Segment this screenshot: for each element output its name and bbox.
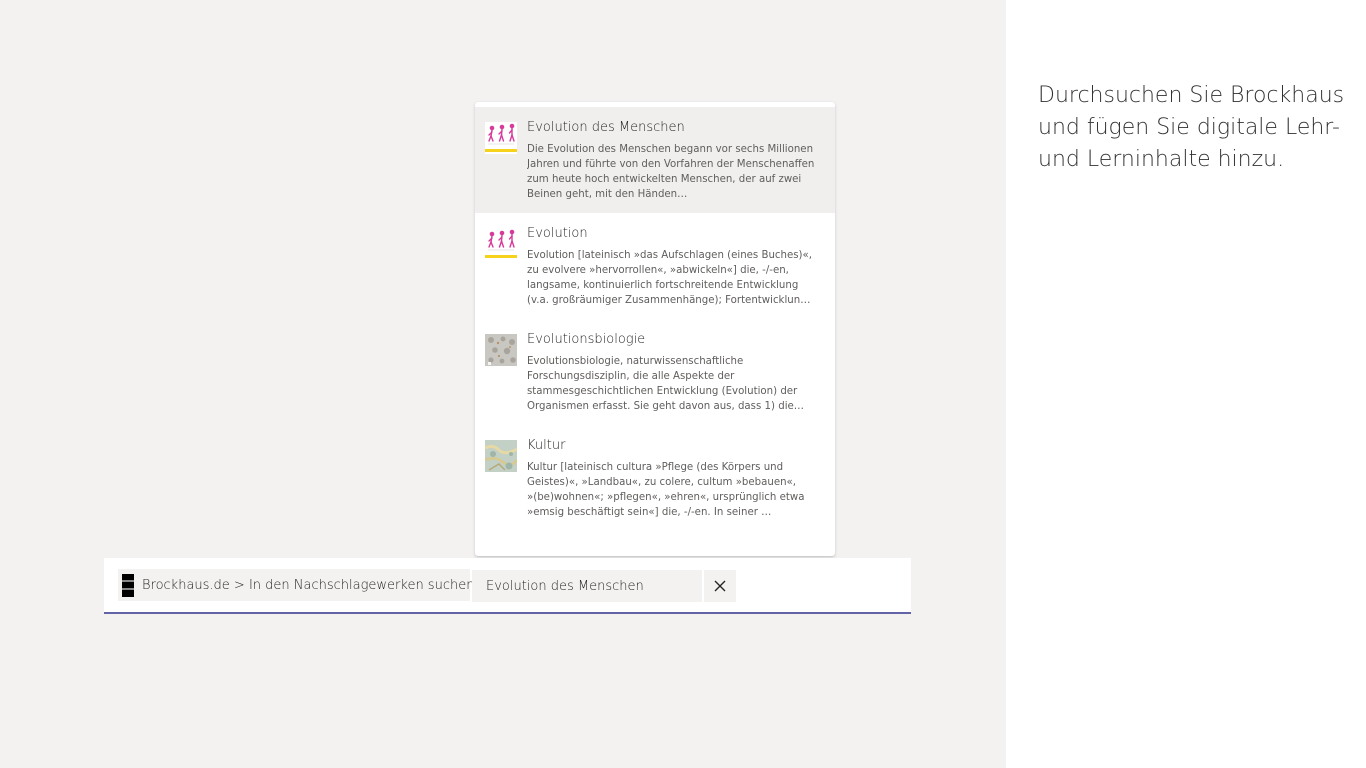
specimen-photo-thumbnail <box>485 334 517 366</box>
search-input[interactable] <box>472 570 702 602</box>
search-result-item[interactable]: Evolutionsbiologie Evolutionsbiologie, n… <box>475 319 835 425</box>
result-description: Kultur [lateinisch cultura »Pflege (des … <box>527 462 805 518</box>
search-result-item[interactable]: Kultur Kultur [lateinisch cultura »Pfleg… <box>475 425 835 531</box>
side-panel-intro: Durchsuchen Sie Brockhaus und fügen Sie … <box>1038 83 1345 172</box>
side-panel: Durchsuchen Sie Brockhaus und fügen Sie … <box>1006 0 1366 768</box>
result-title: Evolution des Menschen <box>527 120 685 135</box>
result-title: Evolutionsbiologie <box>527 332 646 347</box>
clear-search-button[interactable] <box>704 570 736 602</box>
result-description: Evolutionsbiologie, naturwissenschaftlic… <box>527 356 804 412</box>
search-result-item[interactable]: Evolution Evolution [lateinisch »das Auf… <box>475 213 835 319</box>
search-results-dropdown: Evolution des Menschen Die Evolution des… <box>475 102 835 556</box>
search-scope-chip[interactable]: Brockhaus.de > In den Nachschlagewerken … <box>118 569 479 601</box>
main-area: Evolution des Menschen Die Evolution des… <box>0 0 1006 768</box>
search-scope-label: Brockhaus.de > In den Nachschlagewerken … <box>142 577 479 593</box>
result-title: Kultur <box>527 438 566 453</box>
result-description: Die Evolution des Menschen begann vor se… <box>527 144 815 200</box>
result-title: Evolution <box>527 226 588 241</box>
search-result-item[interactable]: Evolution des Menschen Die Evolution des… <box>475 107 835 213</box>
map-photo-thumbnail <box>485 440 517 472</box>
search-bar: Brockhaus.de > In den Nachschlagewerken … <box>104 558 911 614</box>
close-icon <box>714 580 726 592</box>
result-description: Evolution [lateinisch »das Aufschlagen (… <box>527 250 813 306</box>
evolution-figures-thumbnail <box>485 228 517 260</box>
brockhaus-logo-icon <box>122 573 134 597</box>
evolution-figures-thumbnail <box>485 122 517 154</box>
